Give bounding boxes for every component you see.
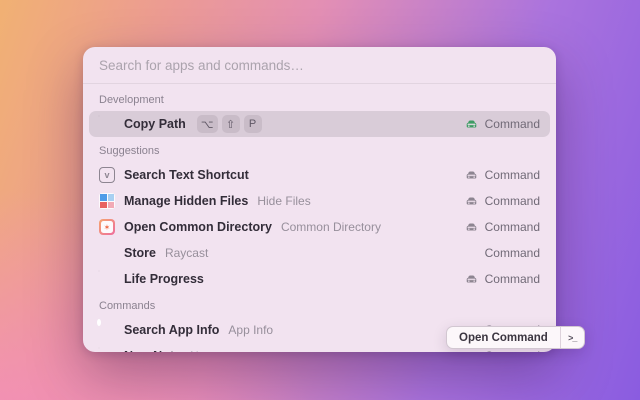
manage-hidden-files-icon — [99, 193, 115, 209]
desktop-background: Development Copy Path ⌥ ⇧ P Command Sugg… — [0, 0, 640, 400]
list-item-open-common-directory[interactable]: ✶ Open Common Directory Common Directory… — [89, 214, 550, 240]
row-type-badge: Command — [484, 117, 540, 131]
row-title: Copy Path — [124, 117, 186, 131]
row-type-badge: Command — [484, 272, 540, 286]
copy-path-icon — [99, 116, 115, 132]
open-common-directory-icon: ✶ — [99, 219, 115, 235]
shift-key: ⇧ — [221, 115, 240, 133]
row-title: Search App Info — [124, 323, 220, 337]
device-icon — [465, 118, 478, 131]
row-subtitle: Notes — [190, 349, 221, 352]
row-subtitle: Hide Files — [257, 194, 311, 208]
row-title: Life Progress — [124, 272, 204, 286]
row-title: Manage Hidden Files — [124, 194, 249, 208]
search-text-shortcut-icon: v — [99, 167, 115, 183]
list-item-life-progress[interactable]: Life Progress Command — [89, 266, 550, 292]
section-header-suggestions: Suggestions — [99, 145, 160, 157]
p-key: P — [243, 115, 262, 133]
row-title: Store — [124, 246, 156, 260]
row-type-badge: Command — [485, 349, 540, 352]
open-command-button[interactable]: Open Command >_ — [446, 326, 585, 349]
terminal-prompt-icon: >_ — [559, 327, 584, 348]
open-command-label: Open Command — [459, 331, 548, 344]
row-subtitle: Raycast — [164, 246, 209, 260]
row-subtitle: Common Directory — [280, 220, 381, 234]
section-header-commands: Commands — [99, 300, 156, 312]
device-icon — [465, 221, 478, 234]
list-item-copy-path[interactable]: Copy Path ⌥ ⇧ P Command — [89, 111, 550, 137]
device-icon — [465, 169, 478, 182]
store-icon — [99, 245, 115, 261]
list-item-search-text-shortcut[interactable]: v Search Text Shortcut Command — [89, 162, 550, 188]
section-header-development: Development — [99, 94, 164, 106]
new-note-icon — [99, 348, 115, 352]
list-item-manage-hidden-files[interactable]: Manage Hidden Files Hide Files Command — [89, 188, 550, 214]
shortcut-keys: ⌥ ⇧ P — [196, 115, 262, 133]
life-progress-icon — [99, 271, 115, 287]
option-key: ⌥ — [196, 115, 218, 133]
raycast-launcher-window: Development Copy Path ⌥ ⇧ P Command Sugg… — [83, 47, 556, 352]
row-type-badge: Command — [484, 168, 540, 182]
search-app-info-icon — [97, 318, 115, 338]
search-input[interactable] — [83, 47, 556, 83]
list-item-store[interactable]: Store Raycast Command — [89, 240, 550, 266]
row-type-badge: Command — [484, 194, 540, 208]
search-bar — [83, 47, 556, 83]
device-icon — [465, 273, 478, 286]
row-type-badge: Command — [484, 220, 540, 234]
row-type-badge: Command — [484, 246, 540, 260]
row-title: Search Text Shortcut — [124, 168, 249, 182]
results-list: Development Copy Path ⌥ ⇧ P Command Sugg… — [83, 84, 556, 352]
row-title: Open Common Directory — [124, 220, 272, 234]
row-title: New Note — [124, 349, 181, 352]
device-icon — [465, 195, 478, 208]
row-subtitle: App Info — [228, 323, 274, 337]
